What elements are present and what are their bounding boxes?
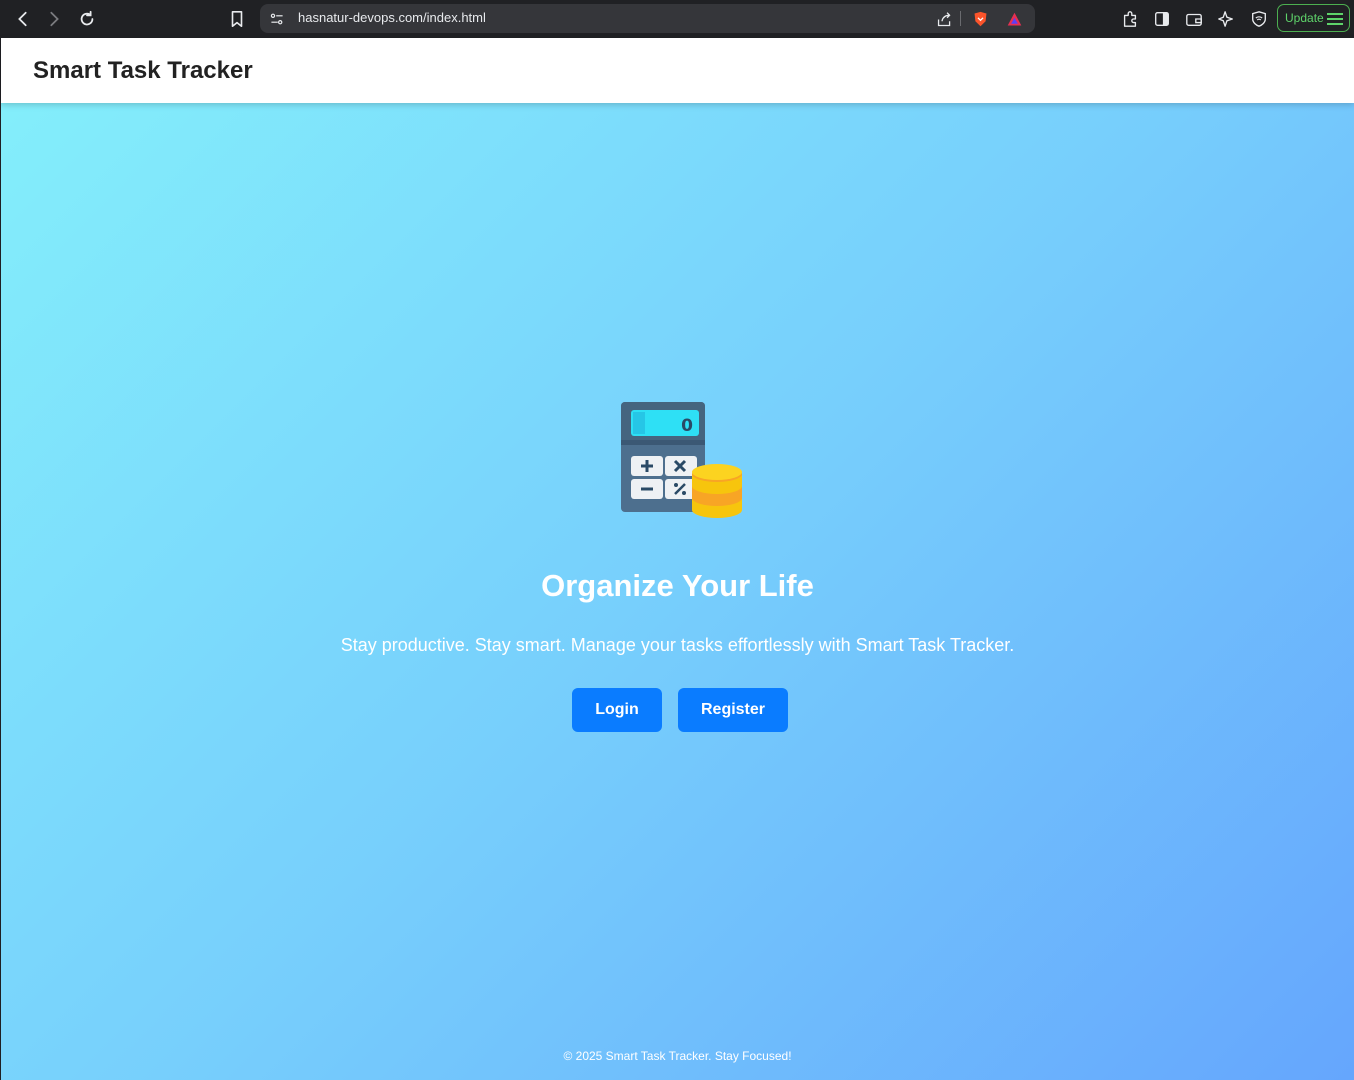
sidebar-icon[interactable]	[1151, 8, 1173, 30]
address-divider	[960, 11, 961, 26]
menu-icon	[1327, 13, 1343, 25]
forward-icon[interactable]	[43, 8, 65, 30]
footer-text: © 2025 Smart Task Tracker. Stay Focused!	[563, 1049, 792, 1063]
site-header: Smart Task Tracker	[1, 38, 1354, 103]
address-bar[interactable]: hasnatur-devops.com/index.html	[260, 4, 1035, 33]
update-button[interactable]: Update	[1277, 4, 1350, 32]
leo-ai-icon[interactable]	[1215, 8, 1237, 30]
brave-shield-icon[interactable]	[971, 10, 989, 28]
site-info-icon[interactable]	[268, 10, 286, 28]
login-button[interactable]: Login	[572, 688, 662, 732]
reload-icon[interactable]	[76, 8, 98, 30]
browser-toolbar: hasnatur-devops.com/index.html Update	[0, 0, 1354, 38]
url-text[interactable]: hasnatur-devops.com/index.html	[298, 10, 486, 25]
register-button[interactable]: Register	[678, 688, 788, 732]
extensions-icon[interactable]	[1119, 8, 1141, 30]
vpn-icon[interactable]	[1248, 8, 1270, 30]
bookmark-icon[interactable]	[226, 8, 248, 30]
back-icon[interactable]	[12, 8, 34, 30]
svg-text:0: 0	[681, 416, 693, 436]
update-label: Update	[1285, 11, 1324, 25]
wallet-icon[interactable]	[1183, 8, 1205, 30]
share-icon[interactable]	[935, 10, 953, 28]
brave-rewards-icon[interactable]	[1005, 10, 1023, 28]
hero-title: Organize Your Life	[541, 568, 814, 603]
hero-subtitle: Stay productive. Stay smart. Manage your…	[340, 635, 1015, 655]
page-body: Smart Task Tracker 0 Organize Your Life …	[1, 38, 1354, 1080]
calculator-coins-icon: 0	[619, 400, 743, 524]
brand-title[interactable]: Smart Task Tracker	[33, 57, 253, 85]
